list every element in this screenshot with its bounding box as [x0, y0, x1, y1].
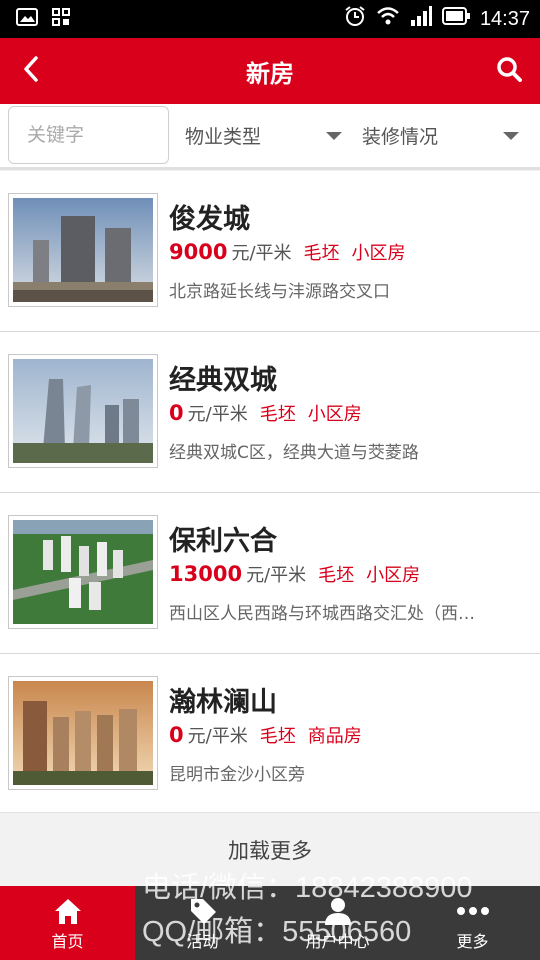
type-tag: 小区房: [351, 243, 406, 264]
listing-address: 经典双城C区，经典大道与茭菱路: [169, 443, 419, 463]
price-unit: 元/平米: [246, 565, 307, 586]
listing-price-row: 9000 元/平米 毛坯 小区房: [169, 239, 406, 265]
tab-label: 更多: [456, 932, 489, 951]
price-unit: 元/平米: [187, 404, 248, 425]
tab-label: 活动: [186, 932, 219, 951]
listing-price: 13000: [169, 562, 243, 586]
decoration-tag: 毛坯: [318, 565, 355, 586]
wifi-icon: [376, 6, 400, 32]
tab-more[interactable]: 更多: [405, 886, 540, 960]
chevron-down-icon: [503, 132, 519, 140]
load-more-button[interactable]: 加载更多: [0, 812, 540, 886]
chevron-down-icon: [326, 132, 342, 140]
tab-label: 用户中心: [305, 932, 370, 951]
nav-bar: 新房: [0, 38, 540, 104]
type-tag: 小区房: [307, 404, 362, 425]
listing-name: 经典双城: [169, 365, 277, 396]
listing-price: 0: [169, 401, 184, 425]
property-type-label: 物业类型: [185, 125, 262, 148]
type-tag: 小区房: [366, 565, 421, 586]
type-tag: 商品房: [307, 726, 362, 747]
listing-price-row: 13000 元/平米 毛坯 小区房: [169, 561, 420, 587]
clock-time: 14:37: [479, 7, 530, 30]
listing-thumbnail: [8, 515, 158, 629]
listing-address: 昆明市金沙小区旁: [169, 765, 305, 785]
list-item[interactable]: 俊发城 9000 元/平米 毛坯 小区房 北京路延长线与沣源路交叉口: [0, 171, 540, 332]
listing-price-row: 0 元/平米 毛坯 商品房: [169, 722, 362, 748]
tab-user-center[interactable]: 用户中心: [270, 886, 405, 960]
battery-icon: [441, 7, 470, 31]
tab-bar: 首页 活动 用户中心 更多: [0, 886, 540, 960]
user-icon: [324, 894, 352, 928]
home-icon: [53, 894, 83, 928]
page-title: 新房: [246, 59, 294, 88]
listing-price-row: 0 元/平米 毛坯 小区房: [169, 400, 362, 426]
listing-thumbnail: [8, 676, 158, 790]
list-item[interactable]: 经典双城 0 元/平米 毛坯 小区房 经典双城C区，经典大道与茭菱路: [0, 332, 540, 493]
signal-icon: [410, 6, 432, 32]
property-type-dropdown[interactable]: 物业类型: [185, 106, 261, 164]
price-unit: 元/平米: [231, 243, 292, 264]
price-unit: 元/平米: [187, 726, 248, 747]
listing-price: 0: [169, 723, 184, 747]
decoration-tag: 毛坯: [259, 404, 296, 425]
listing-thumbnail: [8, 193, 158, 307]
listing-name: 保利六合: [169, 526, 277, 557]
status-bar: 14:37: [0, 0, 540, 38]
listing-address: 北京路延长线与沣源路交叉口: [169, 282, 390, 302]
listing-name: 瀚林澜山: [169, 687, 277, 718]
tab-activity[interactable]: 活动: [135, 886, 270, 960]
decoration-label: 装修情况: [362, 125, 439, 148]
keyword-input[interactable]: [8, 106, 169, 164]
search-button[interactable]: [492, 54, 526, 88]
listing-address: 西山区人民西路与环城西路交汇处（西…: [169, 604, 475, 624]
tag-icon: [188, 894, 218, 928]
list-item[interactable]: 瀚林澜山 0 元/平米 毛坯 商品房 昆明市金沙小区旁: [0, 654, 540, 815]
decoration-tag: 毛坯: [259, 726, 296, 747]
image-icon: [16, 8, 38, 30]
filter-bar: 物业类型 装修情况: [0, 104, 540, 170]
decoration-dropdown[interactable]: 装修情况: [362, 106, 438, 164]
chevron-left-icon: [21, 55, 41, 87]
grid-icon: [52, 8, 70, 30]
search-icon: [496, 56, 522, 86]
listing-name: 俊发城: [169, 204, 250, 235]
more-icon: [455, 894, 491, 928]
decoration-tag: 毛坯: [303, 243, 340, 264]
alarm-icon: [344, 5, 366, 33]
listing-price: 9000: [169, 240, 228, 264]
list-item[interactable]: 保利六合 13000 元/平米 毛坯 小区房 西山区人民西路与环城西路交汇处（西…: [0, 493, 540, 654]
tab-label: 首页: [51, 932, 84, 951]
listing-thumbnail: [8, 354, 158, 468]
back-button[interactable]: [14, 54, 48, 88]
listing-list: 俊发城 9000 元/平米 毛坯 小区房 北京路延长线与沣源路交叉口 经典双城 …: [0, 171, 540, 815]
tab-home[interactable]: 首页: [0, 886, 135, 960]
